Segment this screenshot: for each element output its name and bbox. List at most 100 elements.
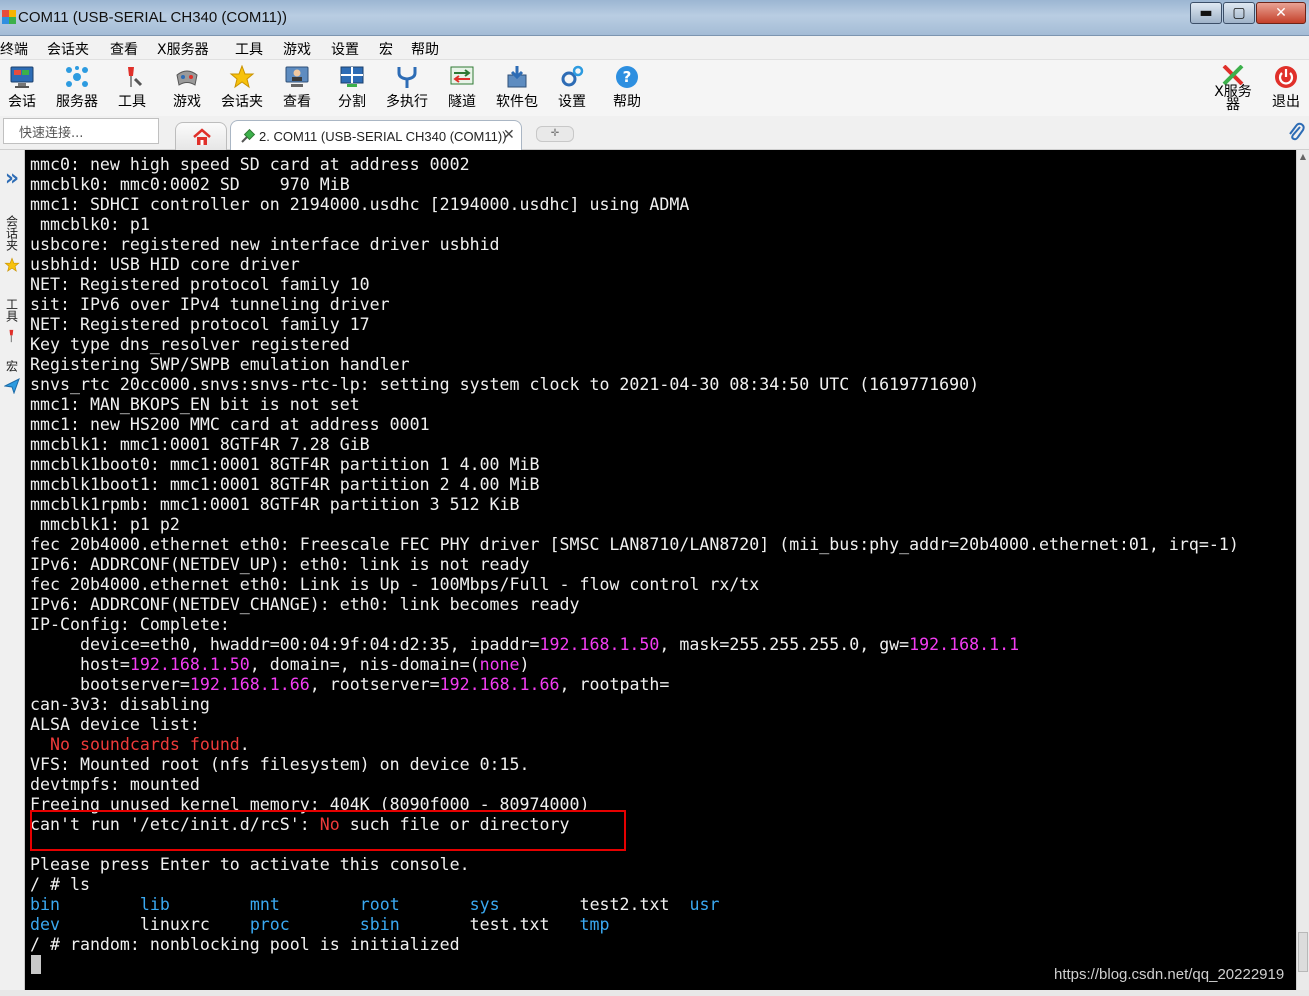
- menu-terminal[interactable]: 终端: [0, 39, 28, 59]
- split-button[interactable]: 分割: [327, 62, 377, 114]
- session-monitor-icon: [10, 66, 34, 88]
- menu-tools[interactable]: 工具: [235, 39, 263, 59]
- terminal-text-segment: VFS: Mounted root (nfs filesystem) on de…: [30, 755, 530, 774]
- minimize-button[interactable]: ▬: [1190, 2, 1222, 24]
- terminal-text-segment: linuxrc: [59, 915, 250, 934]
- tunnel-button[interactable]: 隧道: [437, 62, 487, 114]
- favorites-button[interactable]: 会话夹: [217, 62, 267, 114]
- terminal-line: usbhid: USB HID core driver: [30, 255, 1239, 275]
- help-label: 帮助: [613, 94, 641, 110]
- settings-label: 设置: [558, 94, 586, 110]
- servers-button[interactable]: 服务器: [52, 62, 102, 114]
- side-tab-favorites-label: 会话夹: [4, 215, 19, 251]
- terminal-text-segment: sbin: [359, 915, 400, 934]
- terminal-line: fec 20b4000.ethernet eth0: Link is Up - …: [30, 575, 1239, 595]
- terminal-text-segment: proc: [249, 915, 290, 934]
- terminal-text-segment: mmcblk1: p1 p2: [30, 515, 180, 534]
- help-button[interactable]: ? 帮助: [602, 62, 652, 114]
- terminal-text-segment: bootserver=: [30, 675, 190, 694]
- terminal-line: sit: IPv6 over IPv4 tunneling driver: [30, 295, 1239, 315]
- side-tab-tools[interactable]: 工具: [1, 298, 23, 344]
- games-icon: [176, 70, 198, 86]
- terminal-line: mmc1: MAN_BKOPS_EN bit is not set: [30, 395, 1239, 415]
- terminal-line: snvs_rtc 20cc000.snvs:snvs-rtc-lp: setti…: [30, 375, 1239, 395]
- view-label: 查看: [283, 94, 311, 110]
- side-tab-macros[interactable]: 宏: [1, 360, 23, 394]
- menu-bar: 终端 会话夹 查看 X服务器 工具 游戏 设置 宏 帮助: [0, 36, 1309, 60]
- new-tab-button[interactable]: ✛: [536, 126, 574, 142]
- session-button[interactable]: 会话: [0, 62, 47, 114]
- terminal-text-segment: mmc1: SDHCI controller on 2194000.usdhc …: [30, 195, 690, 214]
- home-tab[interactable]: [175, 122, 227, 150]
- close-tab-icon[interactable]: ✕: [503, 127, 515, 143]
- menu-settings[interactable]: 设置: [331, 39, 359, 59]
- terminal-line: mmc0: new high speed SD card at address …: [30, 155, 1239, 175]
- terminal-text-segment: mmcblk1rpmb: mmc1:0001 8GTF4R partition …: [30, 495, 520, 514]
- terminal-text-segment: , mask=255.255.255.0, gw=: [659, 635, 910, 654]
- terminal-text-segment: mmcblk0: mmc0:0002 SD 970 MiB: [30, 175, 350, 194]
- menu-macros[interactable]: 宏: [379, 39, 393, 59]
- terminal-text-segment: 192.168.1.50: [539, 635, 660, 654]
- menu-sessions[interactable]: 会话夹: [47, 39, 89, 59]
- paperclip-icon[interactable]: [1287, 122, 1305, 142]
- menu-xserver[interactable]: X服务器: [157, 39, 209, 59]
- multi-exec-label: 多执行: [386, 94, 428, 110]
- terminal-line: Key type dns_resolver registered: [30, 335, 1239, 355]
- terminal-line: host=192.168.1.50, domain=, nis-domain=(…: [30, 655, 1239, 675]
- split-label: 分割: [338, 94, 366, 110]
- terminal-text-segment: snvs_rtc 20cc000.snvs:snvs-rtc-lp: setti…: [30, 375, 980, 394]
- serial-plug-icon: [241, 128, 256, 143]
- packages-button[interactable]: 软件包: [492, 62, 542, 114]
- star-icon: [4, 257, 20, 272]
- terminal-text-segment: mmc1: new HS200 MMC card at address 0001: [30, 415, 430, 434]
- tools-button[interactable]: 工具: [107, 62, 157, 114]
- terminal-output[interactable]: mmc0: new high speed SD card at address …: [25, 150, 1296, 990]
- toolbar: 会话 服务器 工具 游戏 会话夹 查看 分割 多执行 隧道 软件包 设置 ? 帮…: [0, 60, 1309, 116]
- terminal-text-segment: test2.txt: [499, 895, 690, 914]
- terminal-line: IP-Config: Complete:: [30, 615, 1239, 635]
- terminal-text-segment: none: [479, 655, 520, 674]
- collapse-side-panel-button[interactable]: »: [1, 168, 23, 190]
- title-bar[interactable]: COM11 (USB-SERIAL CH340 (COM11)) ▬ ▢ ✕: [0, 0, 1309, 36]
- side-tab-tools-label: 工具: [4, 298, 19, 322]
- paper-plane-icon: [4, 378, 20, 394]
- terminal-line: mmcblk1boot1: mmc1:0001 8GTF4R partition…: [30, 475, 1239, 495]
- terminal-text-segment: NET: Registered protocol family 10: [30, 275, 370, 294]
- terminal-line: VFS: Mounted root (nfs filesystem) on de…: [30, 755, 1239, 775]
- terminal-text-segment: 192.168.1.66: [439, 675, 560, 694]
- terminal-text-segment: mmcblk1boot0: mmc1:0001 8GTF4R partition…: [30, 455, 540, 474]
- close-button[interactable]: ✕: [1256, 2, 1306, 24]
- settings-button[interactable]: 设置: [547, 62, 597, 114]
- xserver-button[interactable]: X服务器: [1207, 62, 1259, 114]
- scroll-up-arrow-icon[interactable]: ▲: [1297, 152, 1309, 164]
- terminal-line: ALSA device list:: [30, 715, 1239, 735]
- exit-label: 退出: [1272, 94, 1300, 110]
- terminal-scrollbar[interactable]: ▲: [1296, 150, 1309, 990]
- maximize-button[interactable]: ▢: [1223, 2, 1255, 24]
- terminal-text-segment: 192.168.1.1: [909, 635, 1020, 654]
- view-button[interactable]: 查看: [272, 62, 322, 114]
- tunnel-label: 隧道: [448, 94, 476, 110]
- side-tab-favorites[interactable]: 会话夹: [1, 215, 23, 273]
- terminal-text-segment: bin: [30, 895, 60, 914]
- tab-com11-session[interactable]: 2. COM11 (USB-SERIAL CH340 (COM11)) ✕: [230, 120, 522, 150]
- multi-exec-button[interactable]: 多执行: [382, 62, 432, 114]
- menu-help[interactable]: 帮助: [411, 39, 439, 59]
- menu-games[interactable]: 游戏: [283, 39, 311, 59]
- split-icon: [340, 66, 364, 87]
- terminal-text-segment: 192.168.1.50: [129, 655, 250, 674]
- quick-connect-input[interactable]: 快速连接...: [3, 118, 159, 144]
- window-title: COM11 (USB-SERIAL CH340 (COM11)): [18, 9, 287, 26]
- tunnel-icon: [450, 66, 474, 85]
- servers-label: 服务器: [56, 94, 98, 110]
- games-button[interactable]: 游戏: [162, 62, 212, 114]
- menu-view[interactable]: 查看: [110, 39, 138, 59]
- scroll-thumb[interactable]: [1298, 932, 1308, 972]
- terminal-text-segment: mnt: [249, 895, 280, 914]
- terminal-line: mmcblk1: mmc1:0001 8GTF4R 7.28 GiB: [30, 435, 1239, 455]
- terminal-line: devtmpfs: mounted: [30, 775, 1239, 795]
- exit-button[interactable]: 退出: [1263, 62, 1309, 114]
- status-bar: [0, 990, 1309, 996]
- terminal-text-segment: fec 20b4000.ethernet eth0: Link is Up - …: [30, 575, 760, 594]
